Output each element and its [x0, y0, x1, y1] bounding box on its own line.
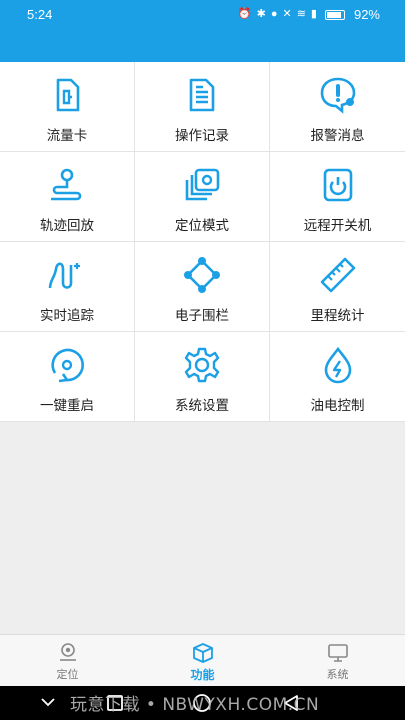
- menu-item-label: 电子围栏: [175, 308, 229, 324]
- menu-item-restart[interactable]: 一键重启: [0, 332, 135, 422]
- menu-item-operation-log[interactable]: 操作记录: [135, 62, 270, 152]
- menu-item-label: 油电控制: [310, 398, 365, 414]
- fuel-power-icon: [317, 344, 359, 386]
- location-pin-icon: [59, 643, 76, 661]
- menu-item-label: 操作记录: [175, 128, 229, 144]
- cube-icon: [192, 643, 213, 663]
- menu-item-fuel-power-control[interactable]: 油电控制: [270, 332, 405, 422]
- header-bar: [0, 28, 405, 62]
- ruler-icon: [317, 254, 359, 296]
- status-time: 5:24: [27, 7, 53, 22]
- menu-item-label: 报警消息: [310, 128, 365, 144]
- monitor-icon: [327, 644, 348, 662]
- tab-label: 系统: [326, 668, 349, 681]
- menu-item-sim-card[interactable]: 流量卡: [0, 62, 135, 152]
- menu-item-label: 实时追踪: [40, 308, 94, 324]
- tab-label: 定位: [56, 668, 79, 681]
- tab-label: 功能: [190, 668, 215, 682]
- gear-icon: [181, 344, 223, 386]
- battery-icon: [324, 9, 345, 20]
- track-replay-icon: [46, 164, 88, 206]
- tab-location[interactable]: 定位: [0, 635, 135, 686]
- bottom-tab-bar: 定位 功能 系统: [0, 634, 405, 686]
- menu-item-geofence[interactable]: 电子围栏: [135, 242, 270, 332]
- menu-item-alarm-message[interactable]: 报警消息: [270, 62, 405, 152]
- system-nav-bar: 玩意下载 • NBWYXH.COM.CN: [0, 686, 405, 720]
- status-bar: 5:24 ⏰ ✱ ● ✕ ≋ ▮ 92%: [0, 0, 405, 28]
- geofence-icon: [181, 254, 223, 296]
- document-icon: [181, 74, 223, 116]
- signal-icon: ▮: [310, 8, 317, 20]
- location-icon: ●: [270, 8, 278, 20]
- menu-item-label: 里程统计: [310, 308, 365, 324]
- watermark-text: 玩意下载 • NBWYXH.COM.CN: [70, 695, 320, 715]
- menu-item-system-settings[interactable]: 系统设置: [135, 332, 270, 422]
- tab-functions[interactable]: 功能: [135, 635, 270, 686]
- menu-item-label: 定位模式: [175, 218, 229, 234]
- menu-item-label: 流量卡: [46, 128, 88, 144]
- menu-item-label: 系统设置: [175, 398, 229, 414]
- mute-icon: ✕: [282, 8, 292, 20]
- menu-item-mileage-stats[interactable]: 里程统计: [270, 242, 405, 332]
- menu-item-remote-power[interactable]: 远程开关机: [270, 152, 405, 242]
- tab-system[interactable]: 系统: [270, 635, 405, 686]
- menu-item-label: 轨迹回放: [40, 218, 94, 234]
- restart-icon: [46, 344, 88, 386]
- menu-item-location-mode[interactable]: 定位模式: [135, 152, 270, 242]
- menu-item-label: 远程开关机: [303, 218, 372, 234]
- menu-item-realtime-tracking[interactable]: 实时追踪: [0, 242, 135, 332]
- sim-card-icon: [46, 74, 88, 116]
- function-grid: 流量卡 操作记录 报警消息 轨迹回放 定位模式 远程开关机 实时追踪 电子围栏 …: [0, 62, 405, 422]
- location-mode-icon: [181, 164, 223, 206]
- power-icon: [317, 164, 359, 206]
- alarm-icon: ⏰: [237, 8, 252, 20]
- menu-item-label: 一键重启: [40, 398, 94, 414]
- wifi-icon: ≋: [296, 8, 306, 20]
- collapse-icon[interactable]: [40, 696, 56, 708]
- battery-percent: 92%: [353, 7, 380, 22]
- status-icons: ⏰ ✱ ● ✕ ≋ ▮ 92%: [238, 7, 380, 22]
- realtime-tracking-icon: [46, 254, 88, 296]
- alarm-message-icon: [317, 74, 359, 116]
- menu-item-track-replay[interactable]: 轨迹回放: [0, 152, 135, 242]
- bluetooth-icon: ✱: [256, 8, 266, 20]
